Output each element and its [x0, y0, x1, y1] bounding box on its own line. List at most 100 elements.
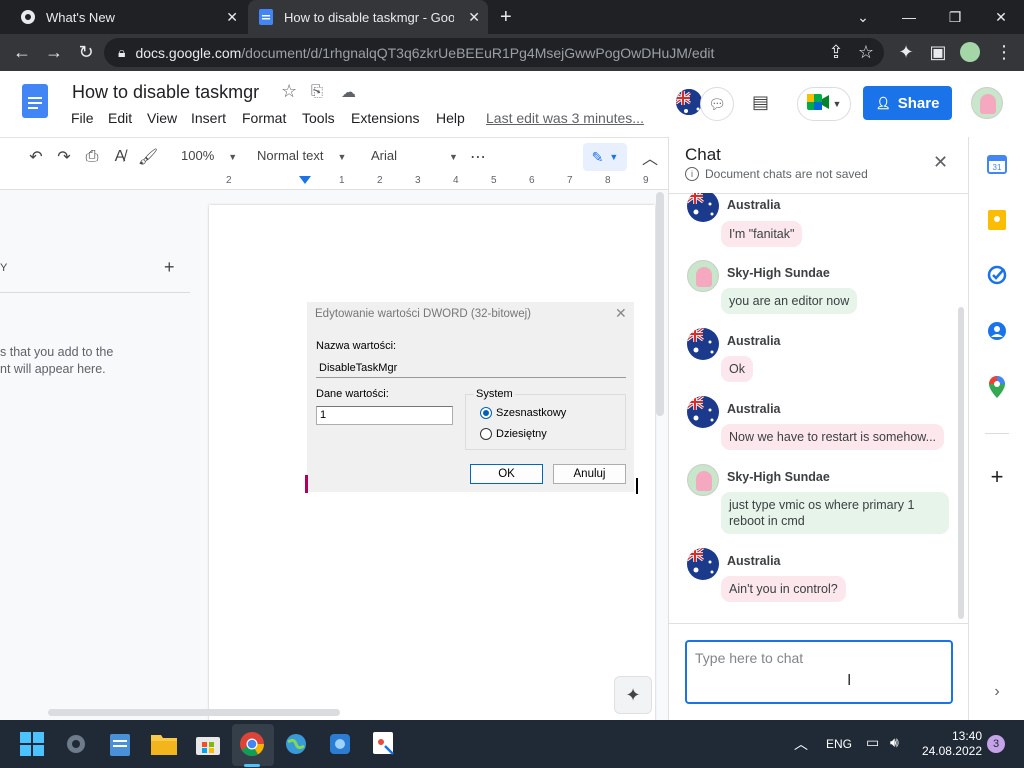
ruler-tick: 4: [453, 175, 459, 186]
extensions-icon[interactable]: ✦: [890, 34, 922, 71]
dword-dialog-image[interactable]: Edytowanie wartości DWORD (32-bitowej) ✕…: [307, 302, 634, 492]
collapse-menus-icon[interactable]: ︿: [638, 145, 662, 169]
redo-icon[interactable]: ↷: [52, 145, 76, 169]
font-select[interactable]: Arial ▼: [371, 148, 458, 163]
add-summary-icon[interactable]: +: [164, 257, 175, 278]
message-bubble: Now we have to restart is somehow...: [721, 424, 945, 450]
more-icon[interactable]: ⋯: [466, 145, 490, 169]
lock-icon: 🔒︎: [118, 44, 126, 60]
menu-view[interactable]: View: [147, 110, 177, 126]
chat-scrollbar[interactable]: [958, 307, 964, 619]
tab-google-doc[interactable]: How to disable taskmgr - Google Docs ✕: [248, 0, 488, 34]
notification-badge[interactable]: 3: [987, 735, 1005, 753]
last-edit-link[interactable]: Last edit was 3 minutes...: [486, 110, 644, 126]
show-hidden-icons[interactable]: ︿: [794, 734, 808, 754]
file-explorer-icon[interactable]: [148, 728, 180, 760]
close-tab-icon[interactable]: ✕: [226, 9, 238, 26]
profile-avatar[interactable]: [960, 42, 980, 62]
sundae-avatar: [687, 464, 719, 496]
menu-insert[interactable]: Insert: [191, 110, 226, 126]
contacts-icon[interactable]: [985, 319, 1009, 343]
keep-icon[interactable]: [985, 208, 1009, 232]
network-icon[interactable]: ▭: [866, 734, 879, 751]
chat-input[interactable]: Type here to chat: [685, 640, 953, 704]
document-title[interactable]: How to disable taskmgr: [72, 82, 259, 103]
tab-search-icon[interactable]: ⌄: [840, 0, 886, 34]
cloud-status-icon[interactable]: ☁: [341, 83, 356, 101]
minimize-icon[interactable]: —: [886, 0, 932, 34]
docs-logo-icon[interactable]: [22, 84, 48, 118]
australia-flag-avatar: [687, 193, 719, 222]
chevron-right-icon[interactable]: ›: [985, 680, 1009, 704]
side-panel-icon[interactable]: ▣: [922, 34, 954, 71]
account-avatar[interactable]: [971, 87, 1003, 119]
spellcheck-icon[interactable]: A̸: [108, 145, 132, 169]
menu-file[interactable]: File: [71, 110, 94, 126]
back-icon[interactable]: ←: [6, 34, 38, 71]
bookmark-star-icon[interactable]: ☆: [850, 34, 882, 71]
clock[interactable]: 13:40 24.08.2022: [916, 729, 982, 759]
network-globe-icon[interactable]: [280, 728, 312, 760]
menu-format[interactable]: Format: [242, 110, 286, 126]
system-group: Szesnastkowy Dziesiętny: [465, 394, 626, 450]
menu-help[interactable]: Help: [436, 110, 465, 126]
forward-icon[interactable]: →: [38, 34, 70, 71]
calendar-icon[interactable]: 31: [985, 152, 1009, 176]
image-resize-handle[interactable]: [305, 475, 308, 493]
tasks-icon[interactable]: [985, 263, 1009, 287]
indent-marker[interactable]: [299, 176, 311, 184]
chrome-taskbar-icon[interactable]: [236, 728, 268, 760]
info-icon: i: [685, 167, 699, 181]
reload-icon[interactable]: ↻: [70, 34, 102, 71]
meet-button[interactable]: ▼: [797, 87, 851, 121]
volume-icon[interactable]: 🔊︎: [890, 734, 899, 751]
horizontal-scrollbar[interactable]: [48, 709, 340, 716]
share-button[interactable]: 👤︎ Share: [863, 86, 952, 120]
notepad-icon[interactable]: [104, 728, 136, 760]
snip-tool-icon[interactable]: [368, 728, 400, 760]
share-page-icon[interactable]: ⇪: [820, 34, 852, 71]
tab-whats-new[interactable]: What's New ✕: [10, 0, 246, 34]
chat-bubble-icon[interactable]: 💬︎: [700, 87, 734, 121]
maps-icon[interactable]: [985, 375, 1009, 399]
menu-tools[interactable]: Tools: [302, 110, 335, 126]
document-scrollbar[interactable]: [656, 192, 664, 416]
close-chat-icon[interactable]: ✕: [933, 152, 948, 173]
sender-name: Australia: [727, 402, 781, 416]
store-icon[interactable]: [192, 728, 224, 760]
undo-icon[interactable]: ↶: [24, 145, 48, 169]
comment-history-icon[interactable]: ▤: [752, 92, 769, 113]
app-icon[interactable]: [324, 728, 356, 760]
chat-subtitle: i Document chats are not saved: [685, 167, 868, 181]
name-label: Nazwa wartości:: [316, 340, 397, 352]
close-window-icon[interactable]: ✕: [978, 0, 1024, 34]
style-select[interactable]: Normal text ▼: [257, 148, 346, 163]
format-toolbar: ↶ ↷ ⎙ A̸ 🖌︎ 100% ▼ Normal text ▼ Arial ▼ ⋯ …: [0, 137, 668, 174]
zoom-select[interactable]: 100% ▼: [181, 148, 237, 163]
menu-extensions[interactable]: Extensions: [351, 110, 419, 126]
radio-label: Dziesiętny: [496, 428, 547, 440]
start-icon[interactable]: [16, 728, 48, 760]
message-bubble: Ain't you in control?: [721, 576, 846, 602]
settings-icon[interactable]: [60, 728, 92, 760]
chrome-menu-icon[interactable]: ⋮: [988, 34, 1020, 71]
address-bar[interactable]: 🔒︎ docs.google.com /document/d/1rhgnalqQ…: [104, 38, 884, 67]
star-icon[interactable]: ☆: [281, 81, 297, 102]
close-tab-icon[interactable]: ✕: [468, 9, 480, 26]
clock-date: 24.08.2022: [921, 744, 982, 758]
print-icon[interactable]: ⎙: [80, 145, 104, 169]
menu-edit[interactable]: Edit: [108, 110, 132, 126]
move-folder-icon[interactable]: ⎘: [311, 83, 323, 100]
new-tab-icon[interactable]: +: [500, 6, 512, 29]
radio-unselected-icon: [480, 428, 492, 441]
ok-button: OK: [470, 464, 543, 484]
add-addon-icon[interactable]: +: [985, 464, 1009, 489]
explore-icon[interactable]: ✦: [614, 676, 652, 714]
restore-icon[interactable]: ❐: [932, 0, 978, 34]
chevron-down-icon: ▼: [609, 152, 619, 162]
ruler-tick: 7: [567, 175, 573, 186]
active-indicator: [244, 764, 260, 767]
input-language[interactable]: ENG: [826, 737, 852, 751]
paint-format-icon[interactable]: 🖌︎: [136, 145, 160, 169]
editing-mode-button[interactable]: ✎ ▼: [583, 143, 627, 171]
